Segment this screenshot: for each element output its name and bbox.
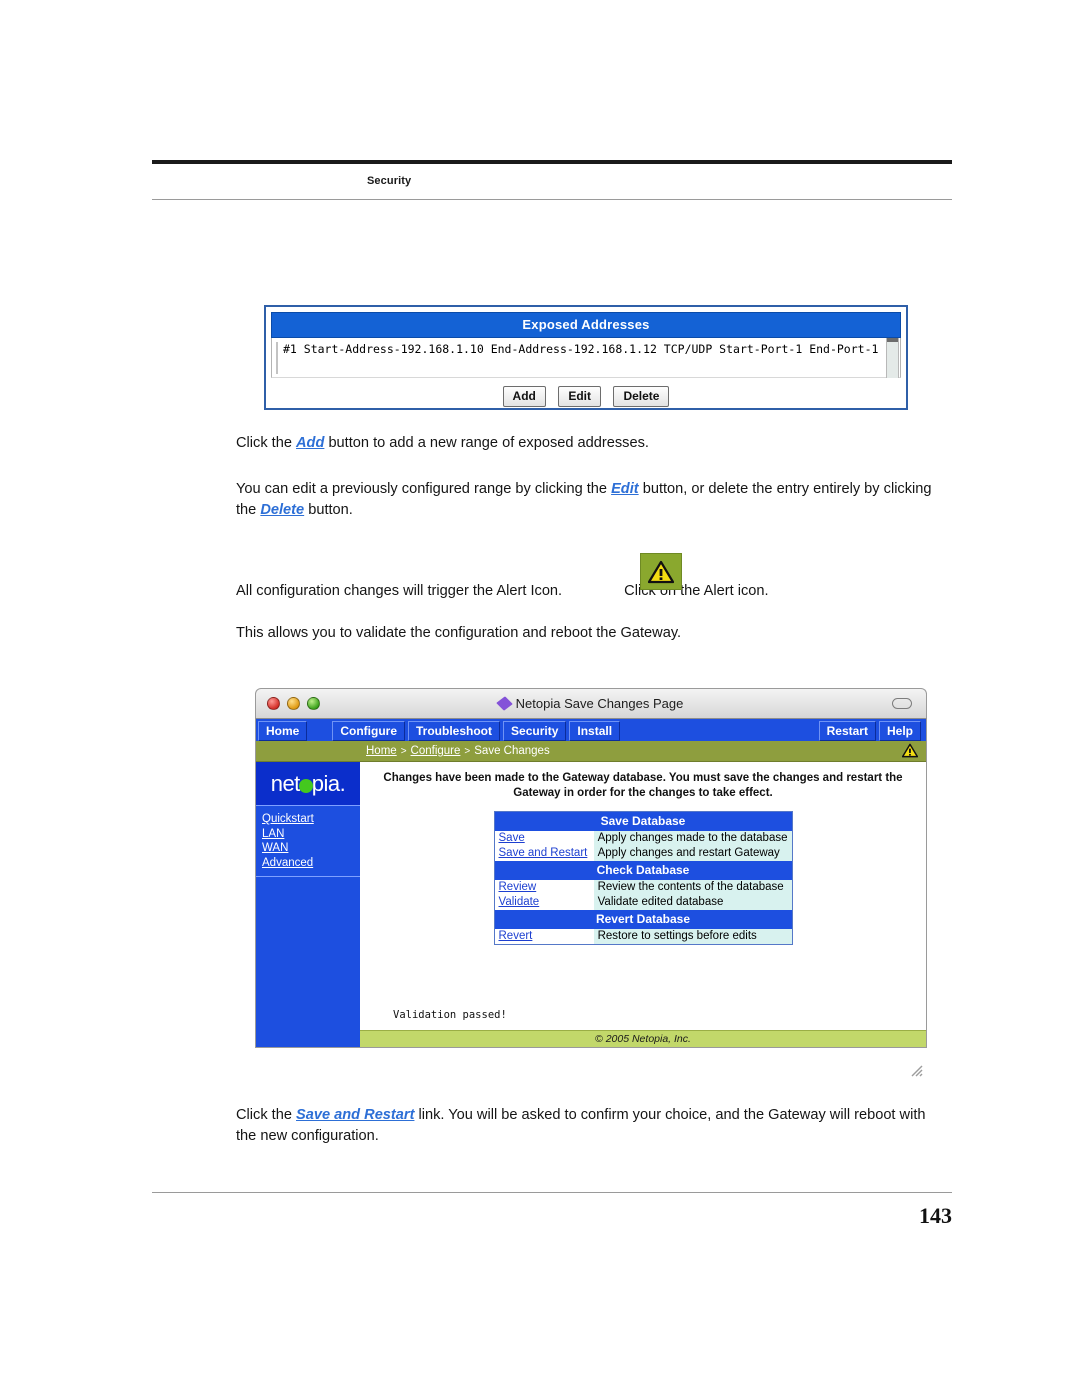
list-item[interactable]: #1 Start-Address-192.168.1.10 End-Addres… bbox=[283, 342, 882, 356]
sidebar: net pia. Quickstart LAN WAN Advanced bbox=[256, 762, 360, 1047]
resize-grip[interactable] bbox=[909, 1063, 923, 1077]
link-validate[interactable]: Validate bbox=[499, 896, 540, 908]
save-link-cell: Save bbox=[494, 831, 594, 846]
database-actions-table: Save Database Save Apply changes made to… bbox=[493, 811, 793, 945]
toolbar-toggle-button[interactable] bbox=[892, 698, 912, 709]
exposed-addresses-buttons: Add Edit Delete bbox=[271, 386, 901, 407]
save-and-restart-link-cell: Save and Restart bbox=[494, 846, 594, 861]
logo-text-mid: pia. bbox=[311, 770, 346, 796]
page-content: net pia. Quickstart LAN WAN Advanced Chan… bbox=[256, 762, 926, 1047]
validate-description: Validate edited database bbox=[593, 895, 792, 910]
running-head: Security bbox=[367, 175, 412, 187]
paragraph-alert: All configuration changes will trigger t… bbox=[236, 581, 948, 602]
exposed-addresses-list-inner: #1 Start-Address-192.168.1.10 End-Addres… bbox=[276, 342, 882, 374]
sidebar-item-advanced[interactable]: Advanced bbox=[262, 856, 360, 871]
exposed-addresses-panel: Exposed Addresses #1 Start-Address-192.1… bbox=[264, 305, 908, 410]
paragraph-validate: This allows you to validate the configur… bbox=[236, 625, 682, 641]
browser-window: Netopia Save Changes Page Home Configure… bbox=[255, 688, 927, 1081]
header-rule-bottom bbox=[152, 199, 952, 200]
paragraph-save-and-restart: Click the Save and Restart link. You wil… bbox=[236, 1105, 948, 1147]
p2-text-a: You can edit a previously configured ran… bbox=[236, 481, 612, 497]
section-header-check-database: Check Database bbox=[494, 861, 792, 880]
nav-item-troubleshoot[interactable]: Troubleshoot bbox=[408, 721, 501, 741]
p1-text-b: button to add a new range of exposed add… bbox=[324, 435, 649, 451]
exposed-addresses-list[interactable]: #1 Start-Address-192.168.1.10 End-Addres… bbox=[271, 338, 901, 378]
table-header-row: Revert Database bbox=[494, 910, 792, 929]
notice-message: Changes have been made to the Gateway da… bbox=[383, 772, 903, 799]
delete-button[interactable]: Delete bbox=[613, 386, 670, 407]
revert-link-cell: Revert bbox=[494, 929, 594, 945]
page-favicon-icon bbox=[495, 696, 513, 711]
section-header-revert-database: Revert Database bbox=[494, 910, 792, 929]
breadcrumb-item-save-changes: Save Changes bbox=[474, 745, 550, 757]
alert-icon[interactable] bbox=[901, 743, 919, 763]
inline-link-add[interactable]: Add bbox=[296, 435, 324, 451]
logo-green-circle-icon bbox=[298, 778, 313, 793]
review-description: Review the contents of the database bbox=[593, 880, 792, 895]
review-link-cell: Review bbox=[494, 880, 594, 895]
table-row: Save Apply changes made to the database bbox=[494, 831, 792, 846]
breadcrumb-separator: > bbox=[464, 745, 471, 757]
alert-icon bbox=[640, 553, 682, 590]
footer-rule bbox=[152, 1192, 952, 1193]
table-row: Revert Restore to settings before edits bbox=[494, 929, 792, 945]
p3-text-a: All configuration changes will trigger t… bbox=[236, 583, 563, 599]
nav-item-home[interactable]: Home bbox=[258, 721, 308, 741]
p5-text-a: Click the bbox=[236, 1107, 297, 1123]
scrollbar-thumb[interactable] bbox=[887, 338, 898, 342]
sidebar-item-quickstart[interactable]: Quickstart bbox=[262, 812, 360, 827]
exposed-addresses-title: Exposed Addresses bbox=[271, 312, 901, 338]
window-body: Home Configure Troubleshoot Security Ins… bbox=[255, 719, 927, 1048]
inline-link-edit[interactable]: Edit bbox=[611, 481, 639, 497]
table-row: Save and Restart Apply changes and resta… bbox=[494, 846, 792, 861]
validate-link-cell: Validate bbox=[494, 895, 594, 910]
nav-item-install[interactable]: Install bbox=[569, 721, 621, 741]
validation-status: Validation passed! bbox=[393, 1009, 507, 1021]
link-save-and-restart[interactable]: Save and Restart bbox=[499, 847, 588, 859]
table-header-row: Check Database bbox=[494, 861, 792, 880]
page-header: Security bbox=[152, 160, 952, 200]
page-number: 143 bbox=[919, 1203, 952, 1228]
list-scrollbar[interactable] bbox=[886, 338, 899, 378]
netopia-logo: net pia. bbox=[256, 762, 360, 806]
save-and-restart-description: Apply changes and restart Gateway bbox=[593, 846, 792, 861]
table-row: Validate Validate edited database bbox=[494, 895, 792, 910]
window-title: Netopia Save Changes Page bbox=[515, 696, 684, 711]
p1-text-a: Click the bbox=[236, 435, 297, 451]
logo-text-pre: net bbox=[270, 770, 301, 796]
paragraph-add: Click the Add button to add a new range … bbox=[236, 433, 948, 454]
add-button[interactable]: Add bbox=[502, 386, 546, 407]
sidebar-links: Quickstart LAN WAN Advanced bbox=[256, 806, 360, 877]
nav-item-configure[interactable]: Configure bbox=[332, 721, 406, 741]
paragraph-edit-delete: You can edit a previously configured ran… bbox=[236, 479, 948, 521]
p2-text-c: button. bbox=[304, 502, 353, 518]
section-header-save-database: Save Database bbox=[494, 811, 792, 831]
main-panel: Changes have been made to the Gateway da… bbox=[360, 762, 926, 1047]
link-review[interactable]: Review bbox=[499, 881, 537, 893]
table-header-row: Save Database bbox=[494, 811, 792, 831]
nav-item-restart[interactable]: Restart bbox=[818, 721, 876, 741]
breadcrumb-separator: > bbox=[400, 745, 407, 757]
inline-link-delete[interactable]: Delete bbox=[260, 502, 304, 518]
copyright-footer: © 2005 Netopia, Inc. bbox=[360, 1030, 926, 1047]
breadcrumb-item-home[interactable]: Home bbox=[366, 745, 397, 757]
link-revert[interactable]: Revert bbox=[499, 930, 533, 942]
sidebar-item-lan[interactable]: LAN bbox=[262, 827, 360, 842]
window-title-group: Netopia Save Changes Page bbox=[256, 696, 926, 711]
header-rule-top bbox=[152, 160, 952, 164]
inline-link-save-and-restart[interactable]: Save and Restart bbox=[296, 1107, 414, 1123]
edit-button[interactable]: Edit bbox=[558, 386, 601, 407]
save-description: Apply changes made to the database bbox=[593, 831, 792, 846]
breadcrumb-item-configure[interactable]: Configure bbox=[411, 745, 461, 757]
breadcrumb: Home > Configure > Save Changes bbox=[256, 741, 926, 762]
revert-description: Restore to settings before edits bbox=[593, 929, 792, 945]
nav-item-security[interactable]: Security bbox=[503, 721, 567, 741]
nav-item-help[interactable]: Help bbox=[878, 721, 921, 741]
link-save[interactable]: Save bbox=[499, 832, 525, 844]
sidebar-item-wan[interactable]: WAN bbox=[262, 841, 360, 856]
main-navbar: Home Configure Troubleshoot Security Ins… bbox=[256, 719, 926, 741]
window-titlebar: Netopia Save Changes Page bbox=[255, 688, 927, 719]
table-row: Review Review the contents of the databa… bbox=[494, 880, 792, 895]
breadcrumb-items: Home > Configure > Save Changes bbox=[366, 745, 550, 757]
